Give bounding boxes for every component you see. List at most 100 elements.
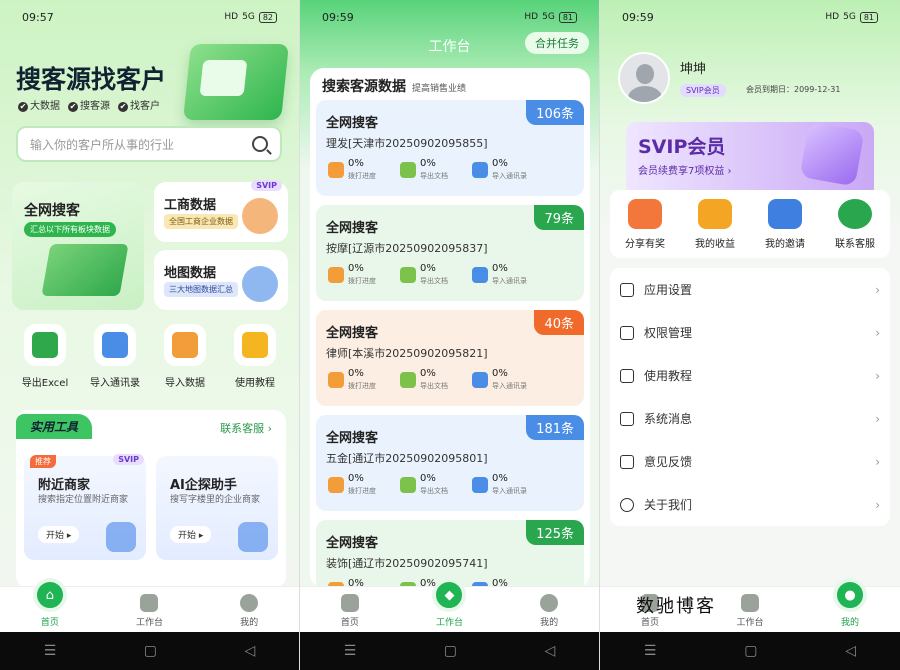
tab-label: 工作台 — [135, 618, 163, 628]
settings-menu: 应用设置 › 权限管理 › 使用教程 › 系统消息 › 意见反馈 › 关于我们 › — [610, 268, 890, 526]
recommend-tag: 推荐 — [30, 455, 56, 468]
tool-title: AI企探助手 — [170, 478, 237, 493]
video-icon — [242, 332, 268, 358]
record-card[interactable]: 全网搜客 理发[天津市20250902095855] 106条 0% 拨打进度 0% 导出文… — [316, 100, 584, 196]
home-nav-icon[interactable]: ▢ — [444, 643, 457, 659]
tab-home[interactable]: 首页 — [315, 594, 385, 628]
search-input[interactable]: 输入你的客户所从事的行业 — [16, 126, 282, 162]
menu-label: 系统消息 — [644, 412, 693, 426]
tab-workbench[interactable]: 工作台 — [114, 594, 184, 628]
chevron-right-icon: › — [875, 325, 880, 340]
menu-nav-icon[interactable]: ☰ — [644, 643, 657, 659]
hd-icon: HD — [524, 12, 539, 22]
action-earnings[interactable]: 我的收益 — [695, 198, 735, 250]
stat-item[interactable]: 0% 拨打进度 — [328, 368, 376, 392]
stat-icon — [400, 162, 416, 178]
tab-me[interactable]: 我的 — [514, 594, 584, 628]
tab-bar: ⌂ 首页 工作台 我的 — [0, 578, 299, 632]
stat-icon — [400, 267, 416, 283]
stat-item[interactable]: 0% 导入通讯录 — [472, 473, 527, 497]
record-card[interactable]: 全网搜客 五金[通辽市20250902095801] 181条 0% 拨打进度 0% 导出文… — [316, 415, 584, 511]
svip-card[interactable]: SVIP会员 会员续费享7项权益 › — [626, 121, 874, 198]
record-card[interactable]: 全网搜客 按摩[辽源市20250902095837] 79条 0% 拨打进度 0% 导出文档… — [316, 205, 584, 301]
menu-nav-icon[interactable]: ☰ — [44, 643, 57, 659]
tab-workbench[interactable]: 工作台 — [715, 594, 785, 628]
back-nav-icon[interactable]: ◁ — [845, 643, 856, 659]
tool-ai-assistant[interactable]: AI企探助手 搜写字楼里的企业商家 开始 ▸ — [156, 456, 278, 560]
map-pin-icon — [242, 266, 278, 302]
quick-import-contacts[interactable]: 导入通讯录 — [82, 324, 148, 389]
merge-tasks-button[interactable]: 合并任务 — [525, 32, 589, 54]
home-nav-icon[interactable]: ▢ — [144, 643, 157, 659]
stat-item[interactable]: 0% 导出文档 — [400, 473, 448, 497]
status-bar: 09:59 HD 5G 81 — [600, 0, 900, 34]
stat-item[interactable]: 0% 导入通讯录 — [472, 158, 527, 182]
record-stats: 0% 拨打进度 0% 导出文档 0% 导入通讯录 — [328, 473, 527, 497]
stat-item[interactable]: 0% 拨打进度 — [328, 473, 376, 497]
record-subtitle: 理发[天津市20250902095855] — [326, 137, 488, 150]
card-business-data[interactable]: 工商数据 全国工商企业数据 SVIP — [154, 180, 288, 242]
stat-value: 0% — [348, 158, 364, 169]
hd-icon: HD — [825, 12, 840, 22]
menu-feedback[interactable]: 意见反馈 › — [610, 440, 890, 483]
menu-permissions[interactable]: 权限管理 › — [610, 311, 890, 354]
card-all-search[interactable]: 全网搜客 汇总以下所有板块数据 — [12, 182, 144, 310]
record-subtitle: 按摩[辽源市20250902095837] — [326, 242, 488, 255]
stat-label: 导入通讯录 — [492, 487, 527, 495]
quick-export-excel[interactable]: 导出Excel — [12, 324, 78, 389]
menu-tutorial[interactable]: 使用教程 › — [610, 354, 890, 397]
system-nav: ☰ ▢ ◁ — [0, 632, 299, 670]
stat-item[interactable]: 0% 导出文档 — [400, 368, 448, 392]
tab-me[interactable]: 我的 — [214, 594, 284, 628]
stat-item[interactable]: 0% 拨打进度 — [328, 158, 376, 182]
action-service[interactable]: 联系客服 — [835, 198, 875, 250]
stat-item[interactable]: 0% 导入通讯录 — [472, 263, 527, 287]
menu-about[interactable]: 关于我们 › — [610, 483, 890, 526]
start-button[interactable]: 开始 ▸ — [170, 526, 212, 543]
stat-icon — [472, 162, 488, 178]
tab-home[interactable]: ⌂ 首页 — [15, 578, 85, 628]
profile-screen: 09:59 HD 5G 81 坤坤 SVIP会员 会员到期日：2099-12-31 … — [600, 0, 900, 670]
menu-app-settings[interactable]: 应用设置 › — [610, 268, 890, 311]
card-map-data[interactable]: 地图数据 三大地图数据汇总 — [154, 250, 288, 310]
stat-item[interactable]: 0% 导出文档 — [400, 263, 448, 287]
avatar[interactable] — [618, 52, 670, 104]
tab-workbench[interactable]: ◆ 工作台 — [414, 578, 484, 628]
quick-tutorial[interactable]: 使用教程 — [222, 324, 288, 389]
start-button[interactable]: 开始 ▸ — [38, 526, 80, 543]
action-share[interactable]: 分享有奖 — [625, 198, 665, 250]
tool-nearby-merchants[interactable]: 推荐 SVIP 附近商家 搜索指定位置附近商家 开始 ▸ — [24, 454, 146, 560]
record-stats: 0% 拨打进度 0% 导出文档 0% 导入通讯录 — [328, 263, 527, 287]
action-label: 分享有奖 — [625, 238, 665, 250]
record-card[interactable]: 全网搜客 律师[本溪市20250902095821] 40条 0% 拨打进度 0% 导出文档… — [316, 310, 584, 406]
vip-card-title: SVIP会员 — [638, 136, 726, 158]
stat-item[interactable]: 0% 拨打进度 — [328, 263, 376, 287]
record-count-badge: 79条 — [534, 205, 584, 230]
record-subtitle: 五金[通辽市20250902095801] — [326, 452, 488, 465]
menu-nav-icon[interactable]: ☰ — [344, 643, 357, 659]
tab-label: 我的 — [840, 618, 859, 628]
contact-service-link[interactable]: 联系客服 › — [220, 420, 272, 436]
user-icon — [540, 594, 559, 612]
stat-item[interactable]: 0% 导入通讯录 — [472, 368, 527, 392]
tab-me[interactable]: ● 我的 — [815, 578, 885, 628]
quick-label: 使用教程 — [235, 378, 275, 389]
tab-label: 工作台 — [435, 618, 463, 628]
system-nav: ☰ ▢ ◁ — [600, 632, 900, 670]
member-expire: 会员到期日：2099-12-31 — [746, 85, 841, 94]
page-title: 搜客源找客户 — [16, 65, 167, 94]
search-icon[interactable] — [252, 136, 268, 152]
quick-import-data[interactable]: 导入数据 — [152, 324, 218, 389]
signal-icon: 5G — [843, 12, 856, 22]
action-invites[interactable]: 我的邀请 — [765, 198, 805, 250]
stat-label: 导出文档 — [420, 382, 448, 390]
back-nav-icon[interactable]: ◁ — [544, 643, 555, 659]
workbench-icon: ◆ — [432, 578, 467, 612]
home-nav-icon[interactable]: ▢ — [744, 643, 757, 659]
tab-label: 首页 — [40, 618, 59, 628]
back-nav-icon[interactable]: ◁ — [244, 643, 255, 659]
menu-system-messages[interactable]: 系统消息 › — [610, 397, 890, 440]
record-subtitle: 装饰[通辽市20250902095741] — [326, 557, 488, 570]
stat-value: 0% — [492, 473, 508, 484]
stat-item[interactable]: 0% 导出文档 — [400, 158, 448, 182]
